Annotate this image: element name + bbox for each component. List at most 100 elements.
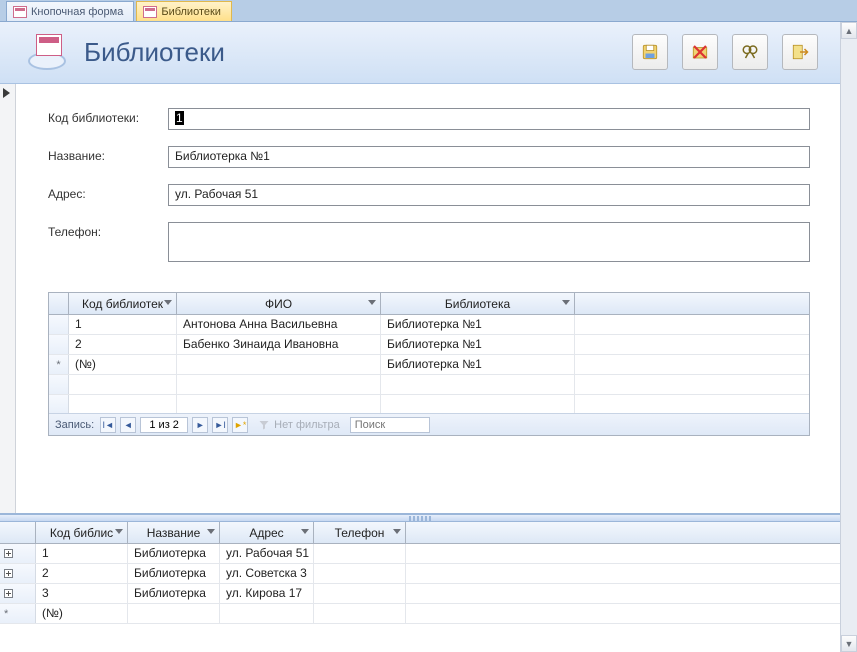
- form-splitter[interactable]: [0, 514, 840, 522]
- nav-last-button[interactable]: ►I: [212, 417, 228, 433]
- table-row[interactable]: 3Библиотеркаул. Кирова 17: [0, 584, 840, 604]
- subform-record-nav: Запись: I◄ ◄ ► ►I ►* Нет фильтра: [49, 413, 809, 435]
- cell[interactable]: (№): [36, 604, 128, 623]
- cell[interactable]: [314, 544, 406, 563]
- table-row[interactable]: 1Библиотеркаул. Рабочая 51: [0, 544, 840, 564]
- cell[interactable]: Библиотерка: [128, 544, 220, 563]
- row-selector[interactable]: [0, 544, 36, 563]
- row-selector[interactable]: *: [49, 355, 69, 374]
- field-label-phone: Телефон:: [48, 222, 168, 239]
- cell[interactable]: 3: [36, 584, 128, 603]
- nav-prev-button[interactable]: ◄: [120, 417, 136, 433]
- subform-librarians: Код библиотек ФИО Библиотека 1Антонова А…: [48, 292, 810, 436]
- field-input-phone[interactable]: [168, 222, 810, 262]
- tab-switchboard[interactable]: Кнопочная форма: [6, 1, 134, 21]
- chevron-down-icon: [164, 300, 172, 305]
- field-input-code[interactable]: 1: [168, 108, 810, 130]
- table-row[interactable]: 1Антонова Анна ВасильевнаБиблиотерка №1: [49, 315, 809, 335]
- field-label-name: Название:: [48, 146, 168, 163]
- chevron-down-icon: [115, 529, 123, 534]
- cell[interactable]: Библиотерка №1: [381, 355, 575, 374]
- nav-search-input[interactable]: [350, 417, 430, 433]
- cell[interactable]: Библиотерка: [128, 584, 220, 603]
- splitter-grip-icon: [400, 516, 440, 521]
- record-selector[interactable]: [0, 84, 16, 513]
- cell[interactable]: [220, 604, 314, 623]
- chevron-down-icon: [207, 529, 215, 534]
- nav-next-button[interactable]: ►: [192, 417, 208, 433]
- exit-button[interactable]: [782, 34, 818, 70]
- find-button[interactable]: [732, 34, 768, 70]
- form-icon: [13, 6, 27, 18]
- cell[interactable]: [314, 564, 406, 583]
- field-input-name[interactable]: Библиотерка №1: [168, 146, 810, 168]
- cell[interactable]: Библиотерка №1: [381, 315, 575, 334]
- delete-icon: [691, 43, 709, 61]
- column-header-address[interactable]: Адрес: [220, 522, 314, 543]
- expand-icon[interactable]: [4, 549, 13, 558]
- form-icon: [143, 6, 157, 18]
- nav-filter-indicator[interactable]: Нет фильтра: [258, 419, 340, 431]
- cell[interactable]: [314, 584, 406, 603]
- cell[interactable]: (№): [69, 355, 177, 374]
- cell[interactable]: Бабенко Зинаида Ивановна: [177, 335, 381, 354]
- expand-icon[interactable]: [4, 589, 13, 598]
- table-row-empty: [49, 395, 809, 413]
- cell[interactable]: ул. Кирова 17: [220, 584, 314, 603]
- expand-icon[interactable]: [4, 569, 13, 578]
- row-selector[interactable]: [0, 564, 36, 583]
- cell[interactable]: 1: [36, 544, 128, 563]
- tab-libraries[interactable]: Библиотеки: [136, 1, 232, 21]
- column-header-library[interactable]: Библиотека: [381, 293, 575, 314]
- chevron-down-icon: [393, 529, 401, 534]
- cell[interactable]: [128, 604, 220, 623]
- cell[interactable]: 2: [36, 564, 128, 583]
- cell[interactable]: ул. Советска 3: [220, 564, 314, 583]
- table-row[interactable]: *(№): [0, 604, 840, 624]
- exit-icon: [791, 43, 809, 61]
- delete-button[interactable]: [682, 34, 718, 70]
- field-input-address[interactable]: ул. Рабочая 51: [168, 184, 810, 206]
- cell[interactable]: Антонова Анна Васильевна: [177, 315, 381, 334]
- select-all-cell[interactable]: [0, 522, 36, 543]
- cell[interactable]: Библиотерка №1: [381, 335, 575, 354]
- select-all-cell[interactable]: [49, 293, 69, 314]
- cell[interactable]: Библиотерка: [128, 564, 220, 583]
- header-toolbar: [632, 34, 818, 70]
- cell[interactable]: ул. Рабочая 51: [220, 544, 314, 563]
- field-label-address: Адрес:: [48, 184, 168, 201]
- row-selector[interactable]: [49, 335, 69, 354]
- cell[interactable]: [314, 604, 406, 623]
- column-header-name[interactable]: Название: [128, 522, 220, 543]
- row-selector[interactable]: [0, 584, 36, 603]
- scroll-down-button[interactable]: ▼: [841, 635, 857, 652]
- table-row[interactable]: 2Библиотеркаул. Советска 3: [0, 564, 840, 584]
- filter-icon: [258, 419, 270, 431]
- recnav-label: Запись:: [55, 419, 94, 431]
- row-selector[interactable]: *: [0, 604, 36, 623]
- nav-position-input[interactable]: [140, 417, 188, 433]
- row-selector[interactable]: [49, 315, 69, 334]
- save-button[interactable]: [632, 34, 668, 70]
- scroll-up-button[interactable]: ▲: [841, 22, 857, 39]
- table-row[interactable]: *(№) Библиотерка №1: [49, 355, 809, 375]
- column-header-code[interactable]: Код библис: [36, 522, 128, 543]
- find-icon: [741, 43, 759, 61]
- cell[interactable]: [177, 355, 381, 374]
- cell[interactable]: 1: [69, 315, 177, 334]
- datasheet-libraries: Код библис Название Адрес Телефон 1Библи…: [0, 522, 840, 652]
- column-header-phone[interactable]: Телефон: [314, 522, 406, 543]
- current-record-arrow-icon: [3, 88, 10, 98]
- field-label-code: Код библиотеки:: [48, 108, 168, 125]
- table-row[interactable]: 2Бабенко Зинаида ИвановнаБиблиотерка №1: [49, 335, 809, 355]
- vertical-scrollbar[interactable]: ▲ ▼: [840, 22, 857, 652]
- chevron-down-icon: [301, 529, 309, 534]
- nav-new-button[interactable]: ►*: [232, 417, 248, 433]
- tab-bar: Кнопочная форма Библиотеки: [0, 0, 857, 22]
- cell[interactable]: 2: [69, 335, 177, 354]
- column-header-fio[interactable]: ФИО: [177, 293, 381, 314]
- nav-first-button[interactable]: I◄: [100, 417, 116, 433]
- chevron-down-icon: [562, 300, 570, 305]
- subform-header-row: Код библиотек ФИО Библиотека: [49, 293, 809, 315]
- column-header-code[interactable]: Код библиотек: [69, 293, 177, 314]
